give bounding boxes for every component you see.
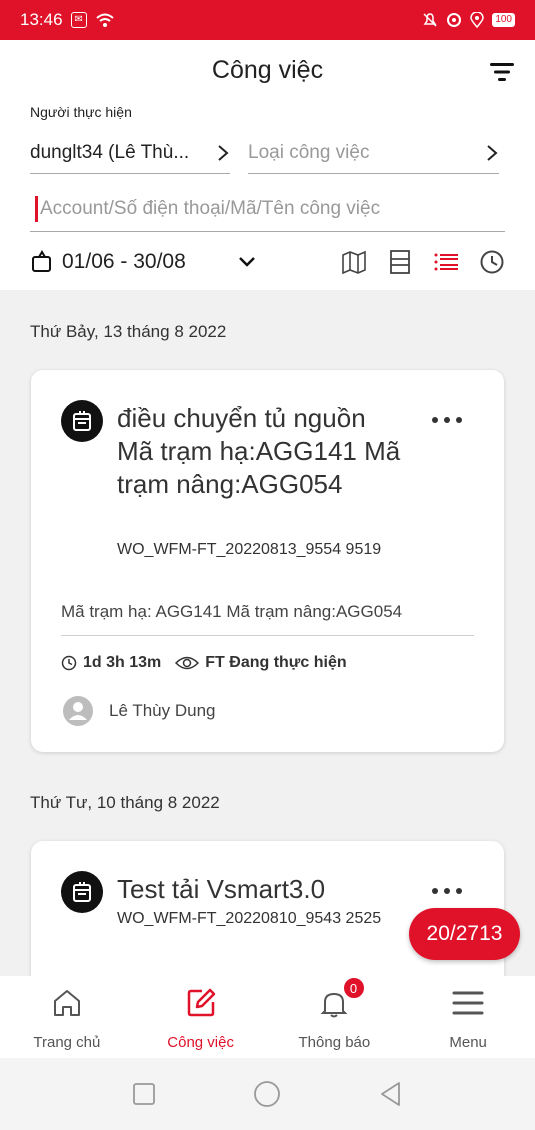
- back-button-icon[interactable]: [377, 1080, 405, 1108]
- view-mode-icons: [341, 249, 505, 275]
- assignee-name: Lê Thùy Dung: [109, 701, 216, 720]
- day-header: Thứ Bảy, 13 tháng 8 2022: [30, 322, 227, 341]
- text-cursor: [35, 195, 38, 222]
- task-meta: 1d 3h 13m FT Đang thực hiện: [61, 654, 347, 672]
- task-code: WO_WFM-FT_20220810_9543 2525: [117, 910, 382, 927]
- chevron-right-icon: [218, 144, 229, 161]
- task-code: WO_WFM-FT_20220813_9554 9519: [117, 541, 382, 558]
- recent-apps-icon[interactable]: [130, 1080, 158, 1108]
- nav-notifications[interactable]: 0 Thông báo: [268, 976, 402, 1058]
- eye-icon: [175, 656, 200, 670]
- filter-icon[interactable]: [489, 60, 515, 84]
- mail-notification-icon: ✉: [70, 12, 87, 28]
- map-view-icon[interactable]: [341, 249, 367, 275]
- assignee-select[interactable]: dunglt34 (Lê Thù...: [30, 132, 230, 174]
- status-bar: 13:46 ✉ 100: [0, 0, 535, 40]
- nav-jobs-label: Công việc: [167, 1034, 234, 1051]
- mute-icon: [423, 13, 437, 27]
- more-options-icon[interactable]: [430, 415, 464, 425]
- task-duration: 1d 3h 13m: [83, 654, 162, 671]
- task-list[interactable]: Thứ Bảy, 13 tháng 8 2022 điều chuyển tủ …: [0, 290, 535, 976]
- home-button-icon[interactable]: [253, 1080, 281, 1108]
- location-icon: [470, 12, 485, 28]
- data-saver-icon: [447, 13, 462, 27]
- date-range-text[interactable]: 01/06 - 30/08: [62, 250, 186, 274]
- search-placeholder: Account/Số điện thoại/Mã/Tên công việc: [40, 197, 381, 219]
- card-view-icon[interactable]: [387, 249, 413, 275]
- chevron-down-icon[interactable]: [238, 256, 256, 268]
- nav-menu-label: Menu: [449, 1034, 487, 1051]
- battery-icon: 100: [492, 13, 515, 27]
- nav-home[interactable]: Trang chủ: [0, 976, 134, 1058]
- nav-menu[interactable]: Menu: [401, 976, 535, 1058]
- task-assignee: Lê Thùy Dung: [63, 696, 215, 726]
- notification-count-badge: 0: [341, 976, 366, 1000]
- avatar-icon: [63, 696, 93, 726]
- history-icon[interactable]: [479, 249, 505, 275]
- nav-home-label: Trang chủ: [33, 1034, 101, 1051]
- assignee-label: Người thực hiện: [30, 104, 132, 120]
- date-range-row: 01/06 - 30/08: [30, 244, 505, 280]
- nav-notifications-label: Thông báo: [298, 1034, 371, 1051]
- divider: [61, 635, 474, 636]
- task-title: điều chuyển tủ nguồn Mã trạm hạ:AGG141 M…: [117, 403, 401, 499]
- status-time: 13:46: [20, 10, 63, 29]
- task-description: Mã trạm hạ: AGG141 Mã trạm nâng:AGG054: [61, 602, 403, 621]
- list-view-icon[interactable]: [433, 249, 459, 275]
- job-type-select[interactable]: Loại công việc: [248, 132, 499, 174]
- assignee-value: dunglt34 (Lê Thù...: [30, 141, 190, 163]
- result-counter-badge[interactable]: 20/2713: [409, 908, 520, 960]
- more-options-icon[interactable]: [430, 886, 464, 896]
- system-nav-bar: [0, 1058, 535, 1130]
- nav-jobs[interactable]: Công việc: [134, 976, 268, 1058]
- task-type-icon: [61, 400, 103, 442]
- menu-icon: [452, 991, 484, 1015]
- task-type-icon: [61, 871, 103, 913]
- page-title: Công việc: [211, 56, 324, 84]
- calendar-icon[interactable]: [30, 250, 54, 274]
- day-header: Thứ Tư, 10 tháng 8 2022: [30, 793, 220, 812]
- clock-icon: [61, 655, 77, 671]
- wifi-icon: [96, 13, 114, 27]
- job-type-placeholder: Loại công việc: [248, 141, 370, 163]
- search-input[interactable]: Account/Số điện thoại/Mã/Tên công việc: [30, 186, 505, 232]
- task-card[interactable]: điều chuyển tủ nguồn Mã trạm hạ:AGG141 M…: [31, 370, 504, 752]
- task-title: Test tải Vsmart3.0: [117, 874, 326, 904]
- filter-header: Công việc Người thực hiện dunglt34 (Lê T…: [0, 40, 535, 290]
- edit-icon: [187, 988, 215, 1017]
- chevron-right-icon: [487, 144, 498, 161]
- bottom-nav: Trang chủ Công việc 0 Thông báo Menu: [0, 976, 535, 1058]
- task-status: FT Đang thực hiện: [205, 654, 347, 671]
- home-icon: [53, 990, 80, 1016]
